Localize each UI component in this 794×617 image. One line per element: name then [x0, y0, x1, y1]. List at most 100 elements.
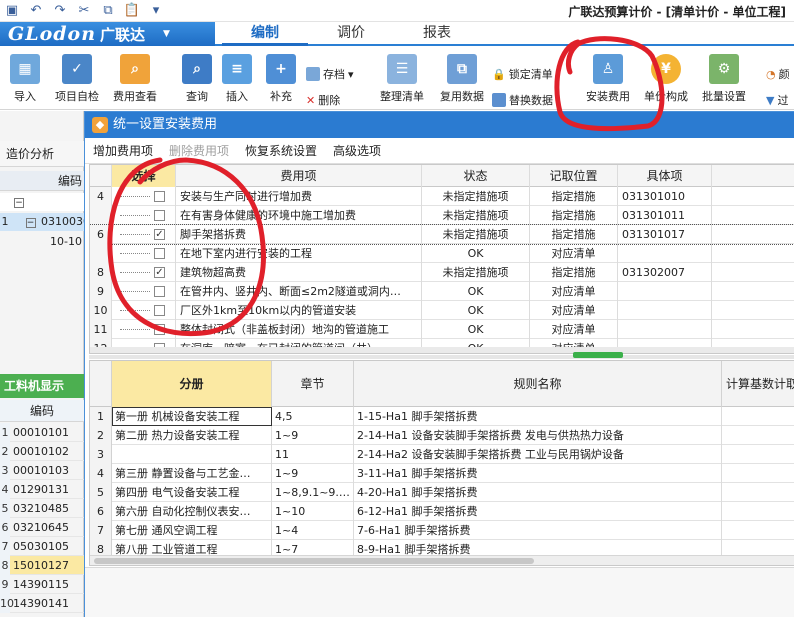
tab-edit[interactable]: 编制 — [222, 22, 308, 46]
save-as-button[interactable]: 存档 ▾ — [306, 66, 354, 82]
self-check-button[interactable]: ✓ 项目自检 — [52, 54, 102, 104]
rule-row[interactable]: 2 第二册 热力设备安装工程 1~9 2-14-Ha1 设备安装脚手架搭拆费 发电与供… — [90, 426, 794, 445]
volume-cell[interactable]: 第四册 电气设备安装工程 — [112, 483, 272, 502]
supplement-button[interactable]: + 补充 — [256, 54, 306, 104]
rule-row[interactable]: 4 第三册 静置设备与工艺金… 1~9 3-11-Ha1 脚手架搭拆费 — [90, 464, 794, 483]
add-fee-item-button[interactable]: 增加费用项 — [93, 142, 153, 159]
chapter-cell[interactable]: 1~9 — [272, 426, 354, 445]
tree-row[interactable]: 1 − 0310030 — [0, 213, 84, 231]
rule-name-cell[interactable]: 4-20-Ha1 脚手架搭拆费 — [354, 483, 722, 502]
calc-base-cell[interactable] — [722, 407, 794, 426]
chapter-cell[interactable]: 1~8,9.1~9.… — [272, 483, 354, 502]
fee-item-row[interactable]: 8 ✓ 建筑物超高费 未指定措施项 指定措施 031302007 — [90, 263, 794, 282]
reuse-data-button[interactable]: ⧉ 复用数据 — [434, 54, 490, 104]
fee-item-detail[interactable] — [618, 282, 712, 301]
collapse-icon[interactable]: − — [25, 218, 36, 228]
tree-row[interactable]: − — [0, 193, 84, 211]
material-row[interactable]: 8 15010127 — [0, 556, 84, 575]
fee-item-position[interactable]: 对应清单 — [530, 301, 618, 320]
material-row[interactable]: 5 03210485 — [0, 499, 84, 518]
material-row[interactable]: 2 00010102 — [0, 442, 84, 461]
import-button[interactable]: ▦ 导入 — [0, 54, 50, 104]
chapter-cell[interactable]: 1~9 — [272, 464, 354, 483]
rule-name-cell[interactable]: 6-12-Ha1 脚手架搭拆费 — [354, 502, 722, 521]
fee-item-detail[interactable]: 031302007 — [618, 263, 712, 282]
dropdown-icon[interactable]: ▾ — [148, 2, 164, 18]
rule-name-cell[interactable]: 1-15-Ha1 脚手架搭拆费 — [354, 407, 722, 426]
batch-settings-button[interactable]: ⚙ 批量设置 — [696, 54, 752, 104]
fee-item-detail[interactable]: 031301017 — [618, 225, 712, 244]
filter-button[interactable]: ▼ 过 — [766, 92, 788, 108]
copy-icon[interactable]: ⧉ — [100, 2, 116, 18]
select-checkbox[interactable] — [154, 305, 165, 316]
rule-name-cell[interactable]: 7-6-Ha1 脚手架搭拆费 — [354, 521, 722, 540]
select-checkbox[interactable] — [154, 191, 165, 202]
redo-icon[interactable]: ↷ — [52, 2, 68, 18]
rule-row[interactable]: 7 第七册 通风空调工程 1~4 7-6-Ha1 脚手架搭拆费 — [90, 521, 794, 540]
cut-icon[interactable]: ✂ — [76, 2, 92, 18]
scrollbar-thumb[interactable] — [94, 558, 534, 564]
select-checkbox[interactable] — [154, 324, 165, 335]
collapse-icon[interactable]: − — [14, 198, 24, 208]
organize-list-button[interactable]: ☰ 整理清单 — [372, 54, 432, 104]
chapter-cell[interactable]: 4,5 — [272, 407, 354, 426]
fee-item-row[interactable]: 在地下室内进行安装的工程 OK 对应清单 — [90, 244, 794, 263]
install-fee-button[interactable]: ♙ 安装费用 — [580, 54, 636, 104]
fee-item-position[interactable]: 指定措施 — [530, 225, 618, 244]
chapter-cell[interactable]: 1~4 — [272, 521, 354, 540]
fee-item-detail[interactable]: 031301011 — [618, 206, 712, 225]
undo-icon[interactable]: ↶ — [28, 2, 44, 18]
color-button[interactable]: ◔ 颜 — [766, 66, 790, 82]
chapter-cell[interactable]: 1~10 — [272, 502, 354, 521]
tab-reports[interactable]: 报表 — [394, 22, 480, 46]
paste-icon[interactable]: 📋 — [124, 2, 140, 18]
material-row[interactable]: 9 14390115 — [0, 575, 84, 594]
app-menu-button[interactable]: GLodon 广联达 ▼ — [0, 22, 215, 46]
save-icon[interactable]: ▣ — [4, 2, 20, 18]
material-row[interactable]: 4 01290131 — [0, 480, 84, 499]
fee-item-position[interactable]: 指定措施 — [530, 187, 618, 206]
fee-item-position[interactable]: 对应清单 — [530, 320, 618, 339]
cost-analysis-tab[interactable]: 造价分析 — [0, 141, 84, 167]
horizontal-scrollbar[interactable] — [90, 347, 794, 353]
chapter-cell[interactable]: 11 — [272, 445, 354, 464]
delete-fee-item-button[interactable]: 删除费用项 — [169, 142, 229, 159]
fee-item-detail[interactable]: 031301010 — [618, 187, 712, 206]
volume-cell[interactable] — [112, 445, 272, 464]
calc-base-cell[interactable] — [722, 445, 794, 464]
select-checkbox[interactable] — [154, 248, 165, 259]
rule-row[interactable]: 5 第四册 电气设备安装工程 1~8,9.1~9.… 4-20-Ha1 脚手架搭拆费 — [90, 483, 794, 502]
calc-base-cell[interactable] — [722, 521, 794, 540]
select-checkbox[interactable] — [154, 210, 165, 221]
unit-composition-button[interactable]: ¥ 单价构成 — [638, 54, 694, 104]
delete-button[interactable]: ✕ 删除 — [306, 92, 340, 108]
fee-item-detail[interactable] — [618, 244, 712, 263]
material-row[interactable]: 3 00010103 — [0, 461, 84, 480]
rule-name-cell[interactable]: 2-14-Ha1 设备安装脚手架搭拆费 发电与供热热力设备 — [354, 426, 722, 445]
fee-item-row[interactable]: 6 ✓ 脚手架搭拆费 未指定措施项 指定措施 031301017 — [90, 224, 794, 245]
fee-item-row[interactable]: 4 安装与生产同时进行增加费 未指定措施项 指定措施 031301010 — [90, 187, 794, 206]
rule-name-cell[interactable]: 3-11-Ha1 脚手架搭拆费 — [354, 464, 722, 483]
material-row[interactable]: 1 00010101 — [0, 423, 84, 442]
calc-base-cell[interactable] — [722, 426, 794, 445]
select-checkbox[interactable]: ✓ — [154, 229, 165, 240]
volume-cell[interactable]: 第二册 热力设备安装工程 — [112, 426, 272, 445]
tree-row[interactable]: 10-10 — [0, 233, 84, 251]
replace-data-button[interactable]: 替换数据 — [492, 92, 553, 108]
horizontal-scrollbar[interactable] — [90, 555, 794, 565]
fee-item-position[interactable]: 指定措施 — [530, 263, 618, 282]
fee-item-detail[interactable] — [618, 301, 712, 320]
splitter-handle[interactable] — [573, 352, 623, 358]
volume-cell[interactable]: 第三册 静置设备与工艺金… — [112, 464, 272, 483]
material-row[interactable]: 7 05030105 — [0, 537, 84, 556]
calc-base-cell[interactable] — [722, 483, 794, 502]
fee-item-position[interactable]: 指定措施 — [530, 206, 618, 225]
rule-name-cell[interactable]: 2-14-Ha2 设备安装脚手架搭拆费 工业与民用锅炉设备 — [354, 445, 722, 464]
rule-row[interactable]: 6 第六册 自动化控制仪表安… 1~10 6-12-Ha1 脚手架搭拆费 — [90, 502, 794, 521]
restore-system-settings-button[interactable]: 恢复系统设置 — [245, 142, 317, 159]
volume-cell[interactable]: 第一册 机械设备安装工程 — [112, 407, 272, 426]
fee-item-position[interactable]: 对应清单 — [530, 244, 618, 263]
rule-row[interactable]: 1 第一册 机械设备安装工程 4,5 1-15-Ha1 脚手架搭拆费 — [90, 407, 794, 426]
material-display-tab[interactable]: 工料机显示 — [0, 374, 84, 398]
rule-row[interactable]: 3 11 2-14-Ha2 设备安装脚手架搭拆费 工业与民用锅炉设备 — [90, 445, 794, 464]
